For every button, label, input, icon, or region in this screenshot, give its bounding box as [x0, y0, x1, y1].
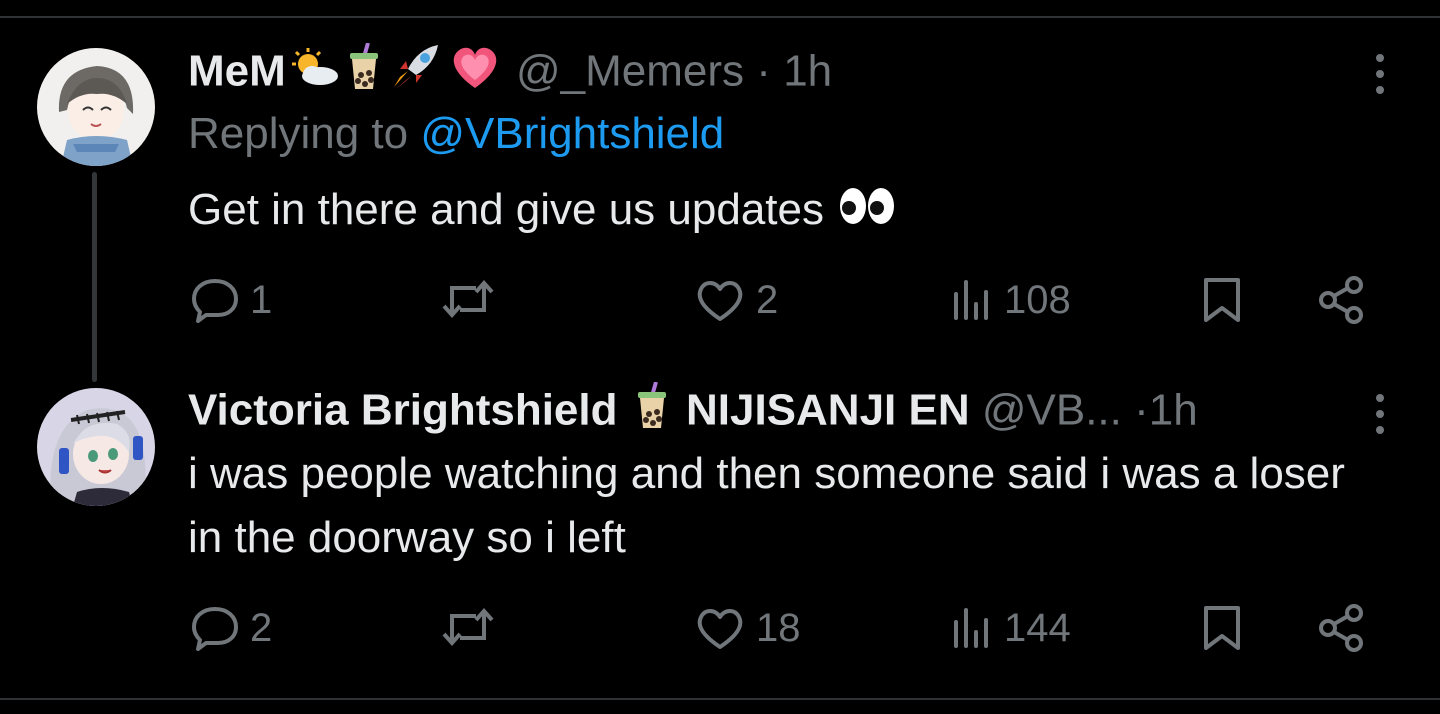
thread-line [92, 172, 97, 382]
repost-icon [442, 607, 494, 647]
tweet-text: Get in there and give us updates [188, 185, 824, 234]
views-icon [954, 608, 988, 648]
like-button[interactable]: 18 [694, 604, 801, 652]
views-count: 144 [1004, 606, 1071, 650]
share-icon [1319, 604, 1363, 652]
eyes-emoji [838, 180, 896, 244]
display-name[interactable]: MeM [188, 47, 286, 96]
more-options-icon[interactable] [1374, 54, 1386, 94]
views-count: 108 [1004, 278, 1071, 322]
bookmark-button[interactable] [1202, 604, 1242, 652]
reply-button[interactable]: 2 [190, 604, 272, 652]
avatar[interactable] [37, 388, 155, 506]
heart-icon [697, 281, 743, 321]
views-button[interactable]: 108 [950, 276, 1071, 324]
repost-icon [442, 279, 494, 319]
sun-behind-cloud-emoji [288, 46, 340, 102]
display-name[interactable]: Victoria Brightshield [188, 386, 618, 435]
bubble-tea-emoji [632, 381, 672, 444]
replying-to-line: Replying to @VBrightshield [188, 106, 724, 162]
tweet-1-text-container: Get in there and give us updates [188, 178, 1388, 244]
sparkling-heart-emoji [448, 42, 502, 106]
rocket-emoji [388, 43, 444, 105]
bookmark-button[interactable] [1202, 276, 1242, 324]
like-count: 18 [756, 606, 801, 650]
separator: · [756, 46, 771, 96]
handle[interactable]: @_Memers [516, 47, 744, 96]
like-count: 2 [756, 278, 779, 322]
reply-icon [192, 279, 238, 323]
views-button[interactable]: 144 [950, 604, 1071, 652]
top-divider [0, 16, 1440, 18]
bookmark-icon [1204, 606, 1240, 650]
bookmark-icon [1204, 278, 1240, 322]
reply-icon [192, 607, 238, 651]
share-button[interactable] [1316, 276, 1366, 324]
repost-button[interactable] [440, 278, 506, 320]
heart-icon [697, 609, 743, 649]
display-name-suffix[interactable]: NIJISANJI EN [686, 386, 970, 435]
tweet-text: i was people watching and then someone s… [188, 449, 1345, 562]
bottom-divider [0, 698, 1440, 700]
share-icon [1319, 276, 1363, 324]
repost-button[interactable] [440, 606, 506, 648]
tweet-1-header: MeM @_Memers · 1h [188, 42, 832, 106]
bubble-tea-emoji [344, 42, 384, 105]
reply-count: 2 [250, 606, 273, 650]
timestamp[interactable]: 1h [1149, 386, 1198, 435]
avatar[interactable] [37, 48, 155, 166]
tweet-2-header: Victoria Brightshield NIJISANJI EN @VB..… [188, 381, 1198, 444]
reply-button[interactable]: 1 [190, 276, 272, 324]
like-button[interactable]: 2 [694, 276, 778, 324]
separator: · [1134, 385, 1149, 435]
views-icon [954, 280, 988, 320]
mention-link[interactable]: @VBrightshield [420, 109, 724, 158]
handle[interactable]: @VB... [982, 386, 1122, 435]
more-options-icon[interactable] [1374, 394, 1386, 434]
timestamp[interactable]: 1h [783, 47, 832, 96]
reply-count: 1 [250, 278, 273, 322]
replying-label: Replying to [188, 109, 421, 158]
share-button[interactable] [1316, 604, 1366, 652]
